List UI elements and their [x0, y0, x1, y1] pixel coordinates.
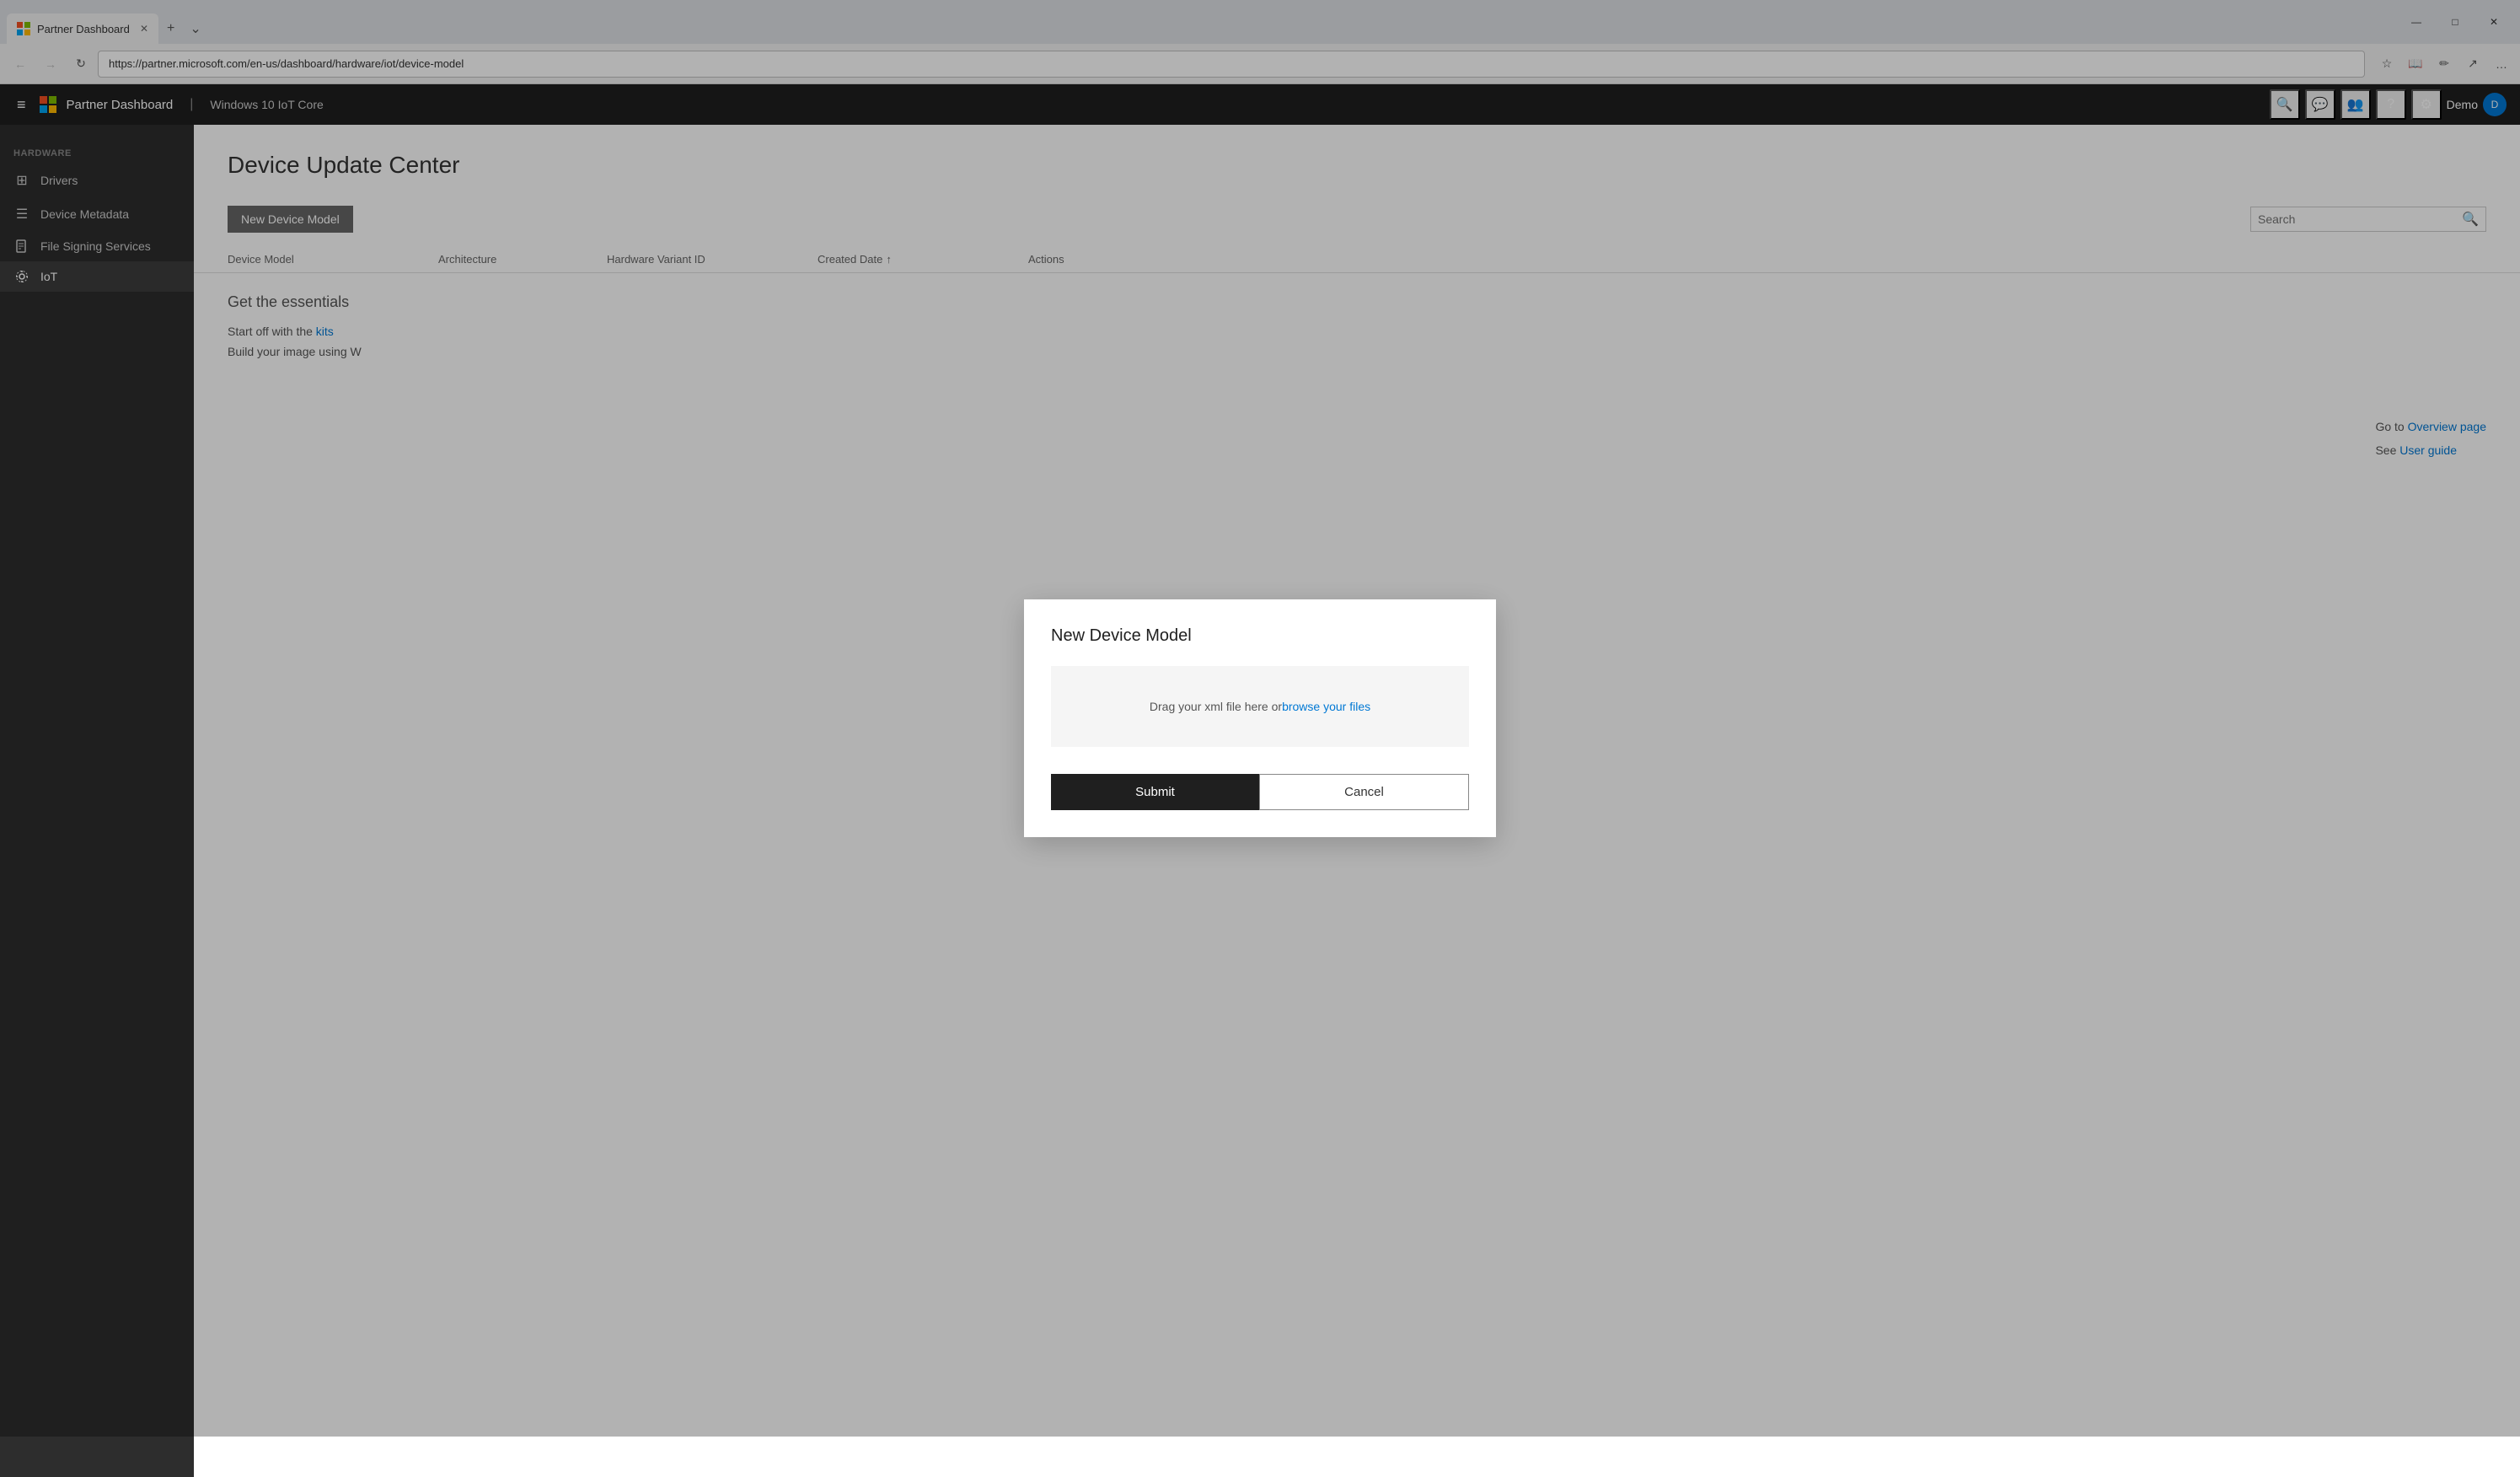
- dialog-actions: Submit Cancel: [1051, 774, 1469, 810]
- drop-zone-text: Drag your xml file here or: [1150, 700, 1282, 713]
- new-device-model-dialog: New Device Model Drag your xml file here…: [1024, 599, 1496, 837]
- dialog-title: New Device Model: [1051, 626, 1469, 646]
- browse-files-link[interactable]: browse your files: [1282, 700, 1370, 713]
- modal-overlay[interactable]: New Device Model Drag your xml file here…: [0, 0, 2520, 1437]
- drop-zone[interactable]: Drag your xml file here or browse your f…: [1051, 666, 1469, 747]
- cancel-button[interactable]: Cancel: [1259, 774, 1469, 810]
- submit-button[interactable]: Submit: [1051, 774, 1259, 810]
